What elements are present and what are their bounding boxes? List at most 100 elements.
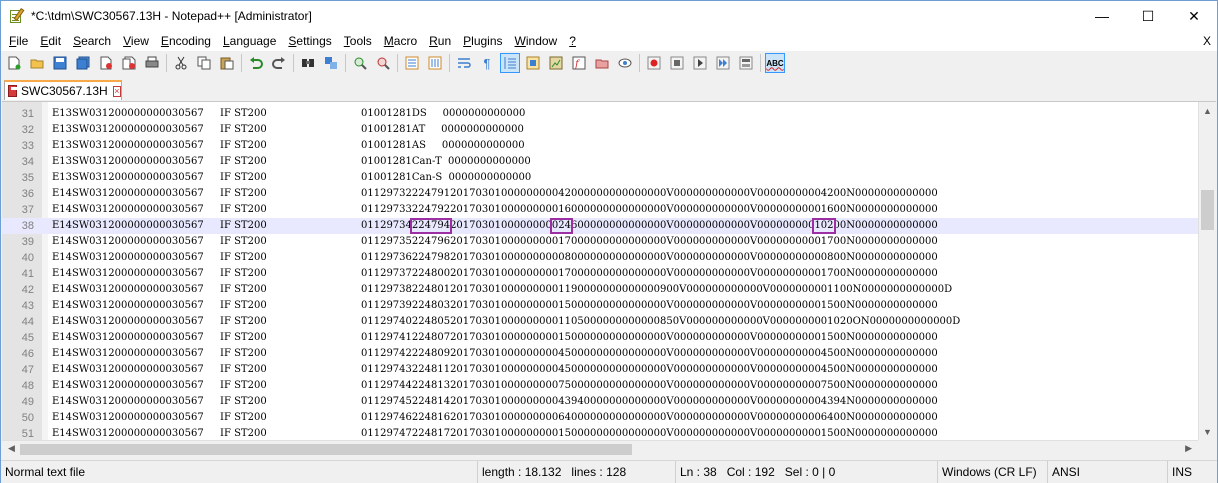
scroll-up-icon[interactable]: ▲ — [1203, 106, 1212, 116]
editor-line[interactable]: 47 E14SW031200000000030567 IF ST200 0112974… — [2, 362, 1198, 378]
sync-horizontal-button[interactable] — [425, 53, 445, 73]
sync-vertical-button[interactable] — [402, 53, 422, 73]
close-window-button[interactable]: ✕ — [1171, 1, 1217, 31]
menu-encoding[interactable]: Encoding — [155, 31, 217, 51]
close-all-button[interactable] — [119, 53, 139, 73]
editor-line[interactable]: 39 E14SW031200000000030567 IF ST200 0112973… — [2, 234, 1198, 250]
print-button[interactable] — [142, 53, 162, 73]
vertical-scrollbar[interactable]: ▲ ▼ — [1198, 102, 1216, 440]
menu-plugins[interactable]: Plugins — [457, 31, 508, 51]
document-map-button[interactable] — [546, 53, 566, 73]
new-file-button[interactable] — [4, 53, 24, 73]
status-insert-mode[interactable]: INS — [1167, 461, 1217, 483]
maximize-button[interactable]: ☐ — [1125, 1, 1171, 31]
close-button[interactable] — [96, 53, 116, 73]
close-document-button[interactable]: X — [1203, 34, 1211, 48]
replace-icon — [325, 57, 337, 69]
editor-line[interactable]: 42 E14SW031200000000030567 IF ST200 0112973… — [2, 282, 1198, 298]
cut-button[interactable] — [171, 53, 191, 73]
find-button[interactable] — [298, 53, 318, 73]
record-id: E13SW031200000000030567 — [52, 140, 204, 151]
line-number: 42 — [21, 284, 34, 296]
editor-line[interactable]: 32 E13SW031200000000030567 IF ST200 0100128… — [2, 122, 1198, 138]
record-data: 0112973922480320170301000000000150000000… — [361, 300, 938, 311]
editor-line[interactable]: 43 E14SW031200000000030567 IF ST200 0112973… — [2, 298, 1198, 314]
record-id: E14SW031200000000030567 — [52, 428, 204, 439]
spell-check-button[interactable]: ABC — [765, 53, 785, 73]
title-bar[interactable]: *C:\tdm\SWC30567.13H - Notepad++ [Admini… — [1, 1, 1217, 31]
zoom-in-button[interactable] — [350, 53, 370, 73]
undo-button[interactable] — [246, 53, 266, 73]
replace-button[interactable] — [321, 53, 341, 73]
notepadpp-app-icon[interactable] — [9, 8, 25, 24]
editor-line[interactable]: 33 E13SW031200000000030567 IF ST200 0100128… — [2, 138, 1198, 154]
redo-icon — [272, 57, 285, 69]
menu-search[interactable]: Search — [67, 31, 117, 51]
record-id: E14SW031200000000030567 — [52, 220, 204, 231]
indent-guide-button[interactable] — [500, 53, 520, 73]
scroll-right-icon[interactable]: ▶ — [1185, 443, 1192, 454]
line-content: E14SW031200000000030567 IF ST200 011297372… — [52, 266, 938, 282]
editor-line[interactable]: 46 E14SW031200000000030567 IF ST200 0112974… — [2, 346, 1198, 362]
menu-window[interactable]: Window — [509, 31, 564, 51]
save-all-button[interactable] — [73, 53, 93, 73]
vertical-scroll-thumb[interactable] — [1201, 190, 1214, 230]
save-macro-button[interactable] — [736, 53, 756, 73]
line-content: E14SW031200000000030567 IF ST200 011297392… — [52, 298, 938, 314]
redo-button[interactable] — [269, 53, 289, 73]
zoom-out-button[interactable] — [373, 53, 393, 73]
status-encoding[interactable]: ANSI — [1047, 461, 1167, 483]
minimize-button[interactable]: — — [1079, 1, 1125, 31]
editor-line[interactable]: 41 E14SW031200000000030567 IF ST200 0112973… — [2, 266, 1198, 282]
menu-tools[interactable]: Tools — [338, 31, 378, 51]
condition-text: IF ST200 — [220, 252, 267, 263]
folder-as-workspace-button[interactable] — [592, 53, 612, 73]
text-editor[interactable]: 31 E13SW031200000000030567 IF ST200 0100128… — [2, 101, 1216, 440]
scroll-left-icon[interactable]: ◀ — [8, 443, 15, 454]
menu-settings[interactable]: Settings — [282, 31, 337, 51]
sync-vertical-icon — [405, 56, 419, 70]
user-defined-language-button[interactable] — [523, 53, 543, 73]
horizontal-scrollbar[interactable]: ◀ ▶ — [2, 440, 1198, 457]
condition-text: IF ST200 — [220, 396, 267, 407]
editor-line[interactable]: 40 E14SW031200000000030567 IF ST200 0112973… — [2, 250, 1198, 266]
open-file-button[interactable] — [27, 53, 47, 73]
editor-line[interactable]: 36 E14SW031200000000030567 IF ST200 0112973… — [2, 186, 1198, 202]
editor-line[interactable]: 51 E14SW031200000000030567 IF ST200 0112974… — [2, 426, 1198, 440]
save-button[interactable] — [50, 53, 70, 73]
editor-line[interactable]: 48 E14SW031200000000030567 IF ST200 0112974… — [2, 378, 1198, 394]
scroll-down-icon[interactable]: ▼ — [1203, 427, 1212, 437]
tab-close-icon[interactable]: × — [112, 85, 121, 97]
playback-macro-button[interactable] — [690, 53, 710, 73]
show-all-characters-button[interactable]: ¶ — [477, 53, 497, 73]
status-eol[interactable]: Windows (CR LF) — [937, 461, 1047, 483]
record-data: 0112973522479620170301000000000170000000… — [361, 236, 938, 247]
run-macro-multiple-button[interactable] — [713, 53, 733, 73]
menu-bar: File Edit Search View Encoding Language … — [1, 31, 1217, 51]
function-list-button[interactable]: f — [569, 53, 589, 73]
menu-macro[interactable]: Macro — [378, 31, 423, 51]
editor-line[interactable]: 31 E13SW031200000000030567 IF ST200 0100128… — [2, 106, 1198, 122]
record-macro-button[interactable] — [644, 53, 664, 73]
monitoring-button[interactable] — [615, 53, 635, 73]
editor-line[interactable]: 34 E13SW031200000000030567 IF ST200 0100128… — [2, 154, 1198, 170]
editor-line[interactable]: 45 E14SW031200000000030567 IF ST200 0112974… — [2, 330, 1198, 346]
editor-line[interactable]: 44 E14SW031200000000030567 IF ST200 0112974… — [2, 314, 1198, 330]
stop-recording-button[interactable] — [667, 53, 687, 73]
editor-line[interactable]: 37 E14SW031200000000030567 IF ST200 0112973… — [2, 202, 1198, 218]
tab-swc30567[interactable]: SWC30567.13H × — [4, 80, 122, 100]
editor-line[interactable]: 38 E14SW031200000000030567 IF ST200 0112973… — [2, 218, 1198, 234]
menu-edit[interactable]: Edit — [34, 31, 67, 51]
menu-run[interactable]: Run — [423, 31, 457, 51]
word-wrap-button[interactable] — [454, 53, 474, 73]
editor-line[interactable]: 50 E14SW031200000000030567 IF ST200 0112974… — [2, 410, 1198, 426]
menu-file[interactable]: File — [3, 31, 34, 51]
menu-language[interactable]: Language — [217, 31, 282, 51]
copy-button[interactable] — [194, 53, 214, 73]
paste-button[interactable] — [217, 53, 237, 73]
menu-help[interactable]: ? — [563, 31, 582, 51]
menu-view[interactable]: View — [117, 31, 155, 51]
editor-line[interactable]: 35 E13SW031200000000030567 IF ST200 0100128… — [2, 170, 1198, 186]
horizontal-scroll-thumb[interactable] — [20, 444, 632, 455]
editor-line[interactable]: 49 E14SW031200000000030567 IF ST200 0112974… — [2, 394, 1198, 410]
